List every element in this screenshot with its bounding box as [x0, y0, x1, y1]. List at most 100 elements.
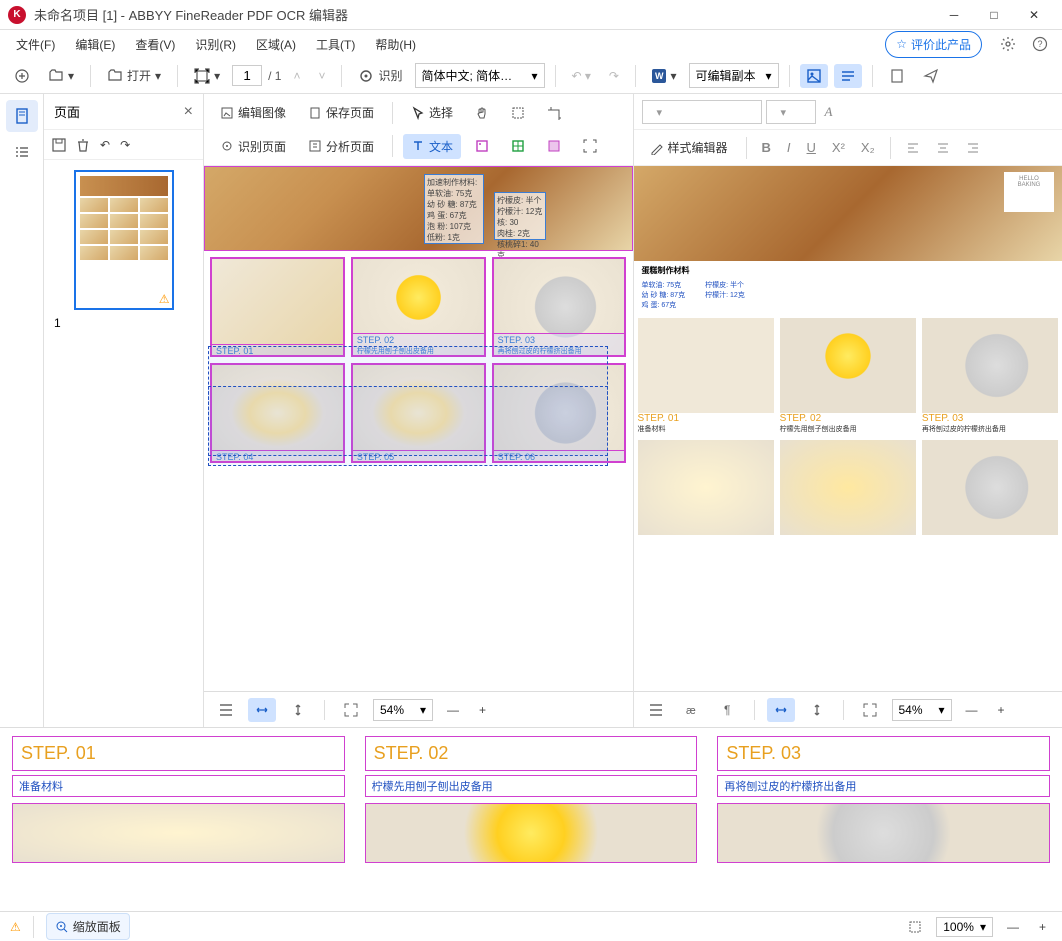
align-center-button[interactable] [931, 138, 955, 158]
recipe-text-area-2[interactable]: 柠檬皮: 半个柠檬汁: 12克 核: 30肉桂: 2克核桃碎1: 40克 [494, 192, 546, 240]
language-dropdown[interactable]: 简体中文; 简体…▾ [415, 63, 545, 88]
recognize-button[interactable]: 识别 [352, 63, 408, 88]
new-button[interactable] [8, 64, 36, 88]
undo-button[interactable]: ↶ ▾ [566, 65, 597, 87]
recipe-text-area-1[interactable]: 加速制作材料: 单软油: 75克幼 砂 糖: 87克 鸡 蛋: 67克泡 粉: … [424, 174, 484, 244]
bold-button[interactable]: B [757, 137, 776, 158]
editor-zoom-dropdown[interactable]: 54%▾ [373, 699, 433, 721]
menu-edit[interactable]: 编辑(E) [67, 33, 123, 56]
hand-tool-button[interactable] [467, 102, 497, 124]
font-family-dropdown[interactable]: ▾ [642, 100, 762, 124]
prev-expand-button[interactable] [856, 698, 884, 722]
save-page-button[interactable]: 保存页面 [300, 100, 382, 125]
menu-tools[interactable]: 工具(T) [308, 33, 363, 56]
status-zoom-dropdown[interactable]: 100%▾ [936, 917, 993, 937]
menu-help[interactable]: 帮助(H) [367, 33, 424, 56]
prev-show-chars-button[interactable]: æ [678, 698, 706, 722]
help-icon[interactable]: ? [1026, 32, 1054, 56]
status-zoom-in-button[interactable]: + [1033, 916, 1052, 938]
minimize-button[interactable]: ─ [934, 1, 974, 29]
close-button[interactable]: ✕ [1014, 1, 1054, 29]
underline-button[interactable]: U [802, 137, 821, 158]
step-image-5[interactable]: STEP. 05 [351, 363, 486, 463]
font-style-button[interactable]: A [820, 101, 838, 123]
zoom-panel-button[interactable]: 缩放面板 [46, 913, 130, 940]
bottom-image-2[interactable] [365, 803, 698, 863]
rate-product-button[interactable]: ☆ 评价此产品 [885, 31, 982, 58]
page-thumbnail-1[interactable] [74, 170, 174, 310]
list-rail-button[interactable] [6, 136, 38, 168]
word-export-button[interactable]: W ▾ [646, 65, 683, 87]
step-image-6[interactable]: STEP. 06 [492, 363, 627, 463]
zoom-out-button[interactable]: — [441, 699, 465, 721]
step-image-4[interactable]: STEP. 04 [210, 363, 345, 463]
prev-zoom-in-button[interactable]: + [992, 699, 1011, 721]
prev-fit-width-button[interactable] [767, 698, 795, 722]
analyze-page-button[interactable]: 分析页面 [300, 134, 382, 159]
marquee-tool-button[interactable] [503, 102, 533, 124]
barcode-area-button[interactable] [539, 135, 569, 157]
menu-area[interactable]: 区域(A) [248, 33, 304, 56]
text-area-button[interactable]: 文本 [403, 134, 461, 159]
crop-tool-button[interactable] [539, 102, 569, 124]
subscript-button[interactable]: X₂ [856, 137, 880, 158]
hero-image-area[interactable] [204, 166, 633, 251]
select-tool-button[interactable]: 选择 [403, 100, 461, 125]
prev-fit-height-button[interactable] [803, 698, 831, 722]
page-down-button[interactable]: ˅ [312, 65, 331, 87]
bottom-image-1[interactable] [12, 803, 345, 863]
settings-icon[interactable] [994, 32, 1022, 56]
text-preview-viewport[interactable]: HELLO BAKING 蛋糕制作材料 单软油: 75克幼 砂 糖: 87克鸡 … [634, 166, 1062, 691]
fit-width-button[interactable] [248, 698, 276, 722]
bottom-image-3[interactable] [717, 803, 1050, 863]
zoom-in-button[interactable]: + [473, 699, 492, 721]
undo-page-icon[interactable]: ↶ [100, 138, 110, 152]
text-view-button[interactable] [834, 64, 862, 88]
save-page-icon[interactable] [52, 138, 66, 152]
redo-page-icon[interactable]: ↷ [120, 138, 130, 152]
prev-show-para-button[interactable]: ¶ [714, 698, 742, 722]
delete-page-icon[interactable] [76, 138, 90, 152]
picture-area-button[interactable] [467, 135, 497, 157]
recognition-area-button[interactable] [575, 135, 605, 157]
image-view-button[interactable] [800, 64, 828, 88]
maximize-button[interactable]: □ [974, 1, 1014, 29]
open-file-button[interactable]: 打开 ▾ [101, 63, 167, 88]
step-image-2[interactable]: STEP. 02柠檬先用刨子刨出皮备用 [351, 257, 486, 357]
menu-view[interactable]: 查看(V) [127, 33, 183, 56]
font-size-dropdown[interactable]: ▾ [766, 100, 816, 124]
preview-zoom-dropdown[interactable]: 54%▾ [892, 699, 952, 721]
export-pdf-button[interactable] [883, 64, 911, 88]
page-up-button[interactable]: ˄ [287, 65, 306, 87]
italic-button[interactable]: I [782, 137, 796, 158]
step-image-3[interactable]: STEP. 03再将刨过皮的柠檬挤出备用 [492, 257, 627, 357]
align-left-button[interactable] [901, 138, 925, 158]
output-mode-dropdown[interactable]: 可编辑副本▾ [689, 63, 779, 88]
page-number-input[interactable] [232, 65, 262, 86]
pages-rail-button[interactable] [6, 100, 38, 132]
menu-file[interactable]: 文件(F) [8, 33, 63, 56]
image-editor-viewport[interactable]: 加速制作材料: 单软油: 75克幼 砂 糖: 87克 鸡 蛋: 67克泡 粉: … [204, 166, 633, 691]
fit-page-button[interactable] [212, 698, 240, 722]
send-button[interactable] [917, 64, 945, 88]
style-editor-button[interactable]: 样式编辑器 [642, 135, 736, 160]
capture-button[interactable]: ▾ [188, 64, 226, 88]
menu-recognize[interactable]: 识别(R) [187, 33, 244, 56]
step-image-1[interactable]: STEP. 01 [210, 257, 345, 357]
prev-zoom-out-button[interactable]: — [960, 699, 984, 721]
bottom-detail-viewport[interactable]: STEP. 01 准备材料 STEP. 02 柠檬先用刨子刨出皮备用 STEP.… [0, 728, 1062, 911]
align-right-button[interactable] [961, 138, 985, 158]
pages-panel-close-button[interactable]: × [184, 103, 193, 121]
superscript-button[interactable]: X² [827, 137, 850, 158]
open-split-button[interactable]: ▾ [42, 64, 80, 88]
fit-height-button[interactable] [284, 698, 312, 722]
edit-image-button[interactable]: 编辑图像 [212, 100, 294, 125]
prev-fit-page-button[interactable] [642, 698, 670, 722]
table-area-button[interactable] [503, 135, 533, 157]
marquee-select-icon[interactable] [902, 916, 928, 938]
redo-button[interactable]: ↷ [603, 65, 625, 87]
recognize-page-button[interactable]: 识别页面 [212, 134, 294, 159]
warning-icon[interactable]: ⚠ [10, 920, 21, 934]
status-zoom-out-button[interactable]: — [1001, 916, 1025, 938]
expand-button[interactable] [337, 698, 365, 722]
